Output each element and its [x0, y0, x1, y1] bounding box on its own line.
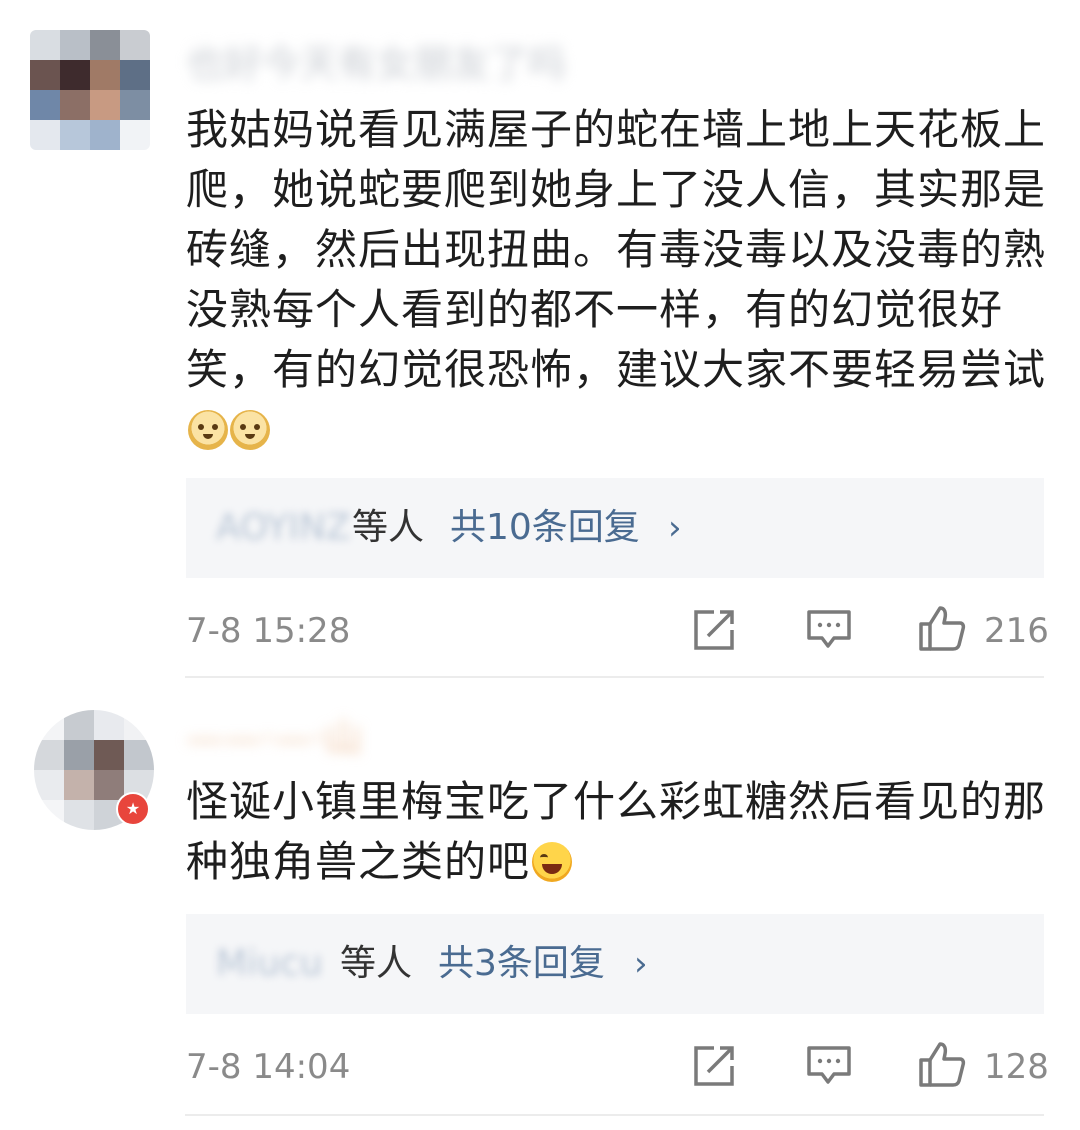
- repost-icon: [694, 610, 734, 650]
- username[interactable]: ——·—·山: [186, 710, 362, 766]
- reply-usernames: AOYINZ: [216, 507, 351, 548]
- comment-button[interactable]: [806, 606, 852, 656]
- comment-time: 7-8 15:28: [186, 611, 351, 651]
- reply-usernames: Miucu: [216, 943, 323, 984]
- doge-icon: [188, 410, 228, 450]
- comment-text-content: 我姑妈说看见满屋子的蛇在墙上地上天花板上爬，她说蛇要爬到她身上了没人信，其实那是…: [186, 105, 1047, 394]
- like-button[interactable]: [918, 1040, 966, 1090]
- comment-text-content: 怪诞小镇里梅宝吃了什么彩虹糖然后看见的那种独角兽之类的吧: [186, 777, 1047, 886]
- comment-item: 也好今天有女朋友了吗 我姑妈说看见满屋子的蛇在墙上地上天花板上爬，她说蛇要爬到她…: [0, 0, 1080, 680]
- comment-icon: [807, 1046, 851, 1084]
- repost-button[interactable]: [692, 1042, 736, 1092]
- reply-etc-label: 等人: [340, 943, 413, 984]
- replies-preview[interactable]: Miucu 等人 共3条回复 ›: [186, 914, 1044, 1014]
- reply-count-link[interactable]: 共3条回复: [438, 936, 605, 992]
- comment-button[interactable]: [806, 1042, 852, 1092]
- like-count: 128: [984, 1047, 1049, 1087]
- avatar[interactable]: [30, 30, 150, 150]
- doge-icon: [230, 410, 270, 450]
- like-button[interactable]: [918, 604, 966, 654]
- comment-time: 7-8 14:04: [186, 1047, 351, 1087]
- comment-item: ★ ——·—·山 怪诞小镇里梅宝吃了什么彩虹糖然后看见的那种独角兽之类的吧 Mi…: [0, 680, 1080, 1130]
- chevron-right-icon: ›: [668, 508, 682, 548]
- username[interactable]: 也好今天有女朋友了吗: [186, 36, 566, 92]
- thumbs-up-icon: [919, 1042, 966, 1087]
- comment-text: 我姑妈说看见满屋子的蛇在墙上地上天花板上爬，她说蛇要爬到她身上了没人信，其实那是…: [186, 100, 1046, 460]
- reply-etc-label: 等人: [352, 507, 425, 548]
- repost-button[interactable]: [692, 606, 736, 656]
- laughing-tears-icon: [532, 842, 573, 882]
- chevron-right-icon: ›: [634, 944, 648, 984]
- comment-icon: [807, 610, 851, 648]
- like-count: 216: [984, 611, 1049, 651]
- repost-icon: [694, 1046, 734, 1086]
- divider: [185, 676, 1044, 678]
- verified-badge-icon: ★: [116, 792, 150, 826]
- divider: [185, 1114, 1044, 1116]
- thumbs-up-icon: [919, 606, 966, 651]
- replies-preview[interactable]: AOYINZ 等人 共10条回复 ›: [186, 478, 1044, 578]
- reply-count-link[interactable]: 共10条回复: [450, 500, 640, 556]
- comment-text: 怪诞小镇里梅宝吃了什么彩虹糖然后看见的那种独角兽之类的吧: [186, 772, 1046, 892]
